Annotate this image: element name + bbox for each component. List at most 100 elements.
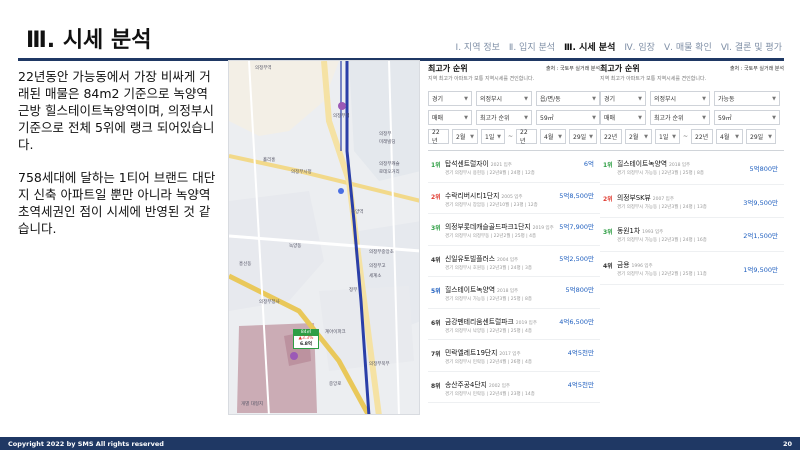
nav-item[interactable]: Ⅰ. 지역 정보 [456, 40, 500, 53]
start-day-select[interactable]: 1일 ▼ [655, 129, 680, 144]
region-select[interactable]: 경기 ▼ [600, 91, 646, 106]
region-select[interactable]: 경기 ▼ [428, 91, 472, 106]
map-label: 정부 [349, 288, 358, 293]
region-select-value: 경기 [432, 96, 444, 103]
ranking-item[interactable]: 6위 금강펜테리움센트럴파크 2019 입주 경기 의정부시 낙양동 | 22년2월 … [428, 309, 600, 340]
ranking-item[interactable]: 2위 의정부SK뷰 2007 입주 경기 의정부시 가능동 | 22년3월 | 24평… [600, 185, 784, 218]
station-marker-1[interactable] [338, 102, 346, 110]
rank-label: 1위 [603, 162, 613, 169]
ranking-item[interactable]: 7위 민락엘레트19단지 2017 입주 경기 의정부시 민락동 | 22년4월 | … [428, 340, 600, 372]
built-year: 2019 입주 [515, 320, 537, 326]
dong-select[interactable]: 가능동 ▼ [714, 91, 780, 106]
city-select[interactable]: 의정부시 ▼ [650, 91, 710, 106]
end-year-value: 22년 [695, 134, 709, 141]
apartment-name: 힐스테이트녹양역 2018 입주 [617, 158, 690, 168]
start-day-select[interactable]: 1일 ▼ [481, 129, 505, 144]
start-year-select[interactable]: 22년 [428, 129, 449, 145]
chevron-down-icon: ▼ [638, 114, 642, 121]
ranking-item[interactable]: 3위 의정부롯데캐슬골드파크1단지 2019 입주 경기 의정부시 의정부동 | 22… [428, 214, 600, 246]
panel-desc: 지역 최고가 아파트가 보통 지역시세를 견인합니다. [428, 76, 535, 82]
trade-info: 경기 의정부시 가능동 | 22년3월 | 25평 | 8층 [617, 171, 704, 176]
rank-label: 3위 [431, 225, 441, 232]
ranking-item[interactable]: 2위 수락리버시티1단지 2005 입주 경기 의정부시 장암동 | 22년10월 |… [428, 183, 600, 214]
start-day-value: 1일 [659, 134, 669, 141]
deal-type-select[interactable]: 매매 ▼ [428, 110, 472, 125]
apartment-marker[interactable] [290, 352, 298, 360]
chevron-down-icon: ▼ [735, 133, 740, 140]
nav-item[interactable]: Ⅲ. 시세 분석 [564, 40, 615, 53]
dong-select[interactable]: 읍/면/동 ▼ [536, 91, 600, 106]
map-label: 의정부역 [333, 114, 350, 119]
map-label: 흥선동 [239, 262, 252, 267]
ranking-item[interactable]: 4위 신일유토빌플러스 2004 입주 경기 의정부시 호원동 | 22년3월 | 2… [428, 246, 600, 277]
area-select[interactable]: 59㎡ ▼ [536, 110, 600, 125]
rank-label: 4위 [603, 262, 613, 270]
rank-label: 7위 [431, 351, 441, 358]
ranking-item[interactable]: 1위 힐스테이트녹양역 2018 입주경기 의정부시 가능동 | 22년3월 | 2… [600, 151, 784, 185]
apartment-title: 의정부롯데캐슬골드파크1단지 [445, 223, 531, 231]
end-day-select[interactable]: 29일 ▼ [746, 129, 777, 144]
region-select-value: 경기 [604, 96, 616, 103]
page-number: 20 [782, 439, 792, 448]
area-select[interactable]: 59㎡ ▼ [714, 110, 780, 125]
end-day-select[interactable]: 29일 ▼ [569, 129, 598, 144]
nav-item[interactable]: Ⅱ. 입지 분석 [509, 40, 555, 53]
ranking-item[interactable]: 4위 금용 1996 입주 경기 의정부시 가능동 | 22년2월 | 25평 | 1… [600, 252, 784, 285]
ranking-item[interactable]: 1위 탑석센트럴자이 2021 입주 경기 의정부시 용현동 | 22년8월 | 24… [428, 151, 600, 183]
end-month-select[interactable]: 4월 ▼ [540, 129, 567, 144]
ranking-item[interactable]: 3위 동원1차 1993 입주 경기 의정부시 가능동 | 22년3월 | 24평 |… [600, 218, 784, 252]
start-month-select[interactable]: 2월 ▼ [625, 129, 652, 144]
rank-label: 4위 [431, 256, 441, 264]
chevron-down-icon: ▼ [592, 95, 596, 102]
chevron-down-icon: ▼ [524, 114, 528, 121]
built-year: 2021 입주 [490, 163, 512, 168]
built-year: 2007 입주 [652, 196, 674, 202]
deal-type-value: 매매 [604, 115, 616, 122]
sort-select[interactable]: 최고가 순위 ▼ [650, 110, 710, 125]
chevron-down-icon: ▼ [470, 133, 474, 140]
station-marker-2[interactable] [338, 188, 344, 194]
trade-price: 2억1,500만 [743, 232, 778, 240]
map-label: 미래빌딩 [379, 140, 396, 145]
nav-item[interactable]: Ⅴ. 매물 확인 [664, 40, 712, 53]
end-year-select[interactable]: 22년 [691, 129, 714, 144]
footer: Copyright 2022 by SMS All rights reserve… [0, 437, 800, 450]
ranking-item[interactable]: 8위 송산주공4단지 2002 입주 경기 의정부시 민락동 | 22년4월 | 23… [428, 372, 600, 403]
city-select-value: 의정부시 [654, 96, 677, 103]
deal-type-select[interactable]: 매매 ▼ [600, 110, 646, 125]
nav-item[interactable]: Ⅵ. 결론 및 평가 [721, 40, 782, 53]
chevron-down-icon: ▼ [702, 95, 706, 102]
trade-price: 5억800만 [565, 286, 594, 294]
ranking-panel-uijeongbu: 최고가 순위 출처 : 국토부 실거래 분석 지역 최고가 아파트가 보통 지역… [428, 62, 600, 403]
deal-type-value: 매매 [432, 115, 444, 122]
start-year-value: 22년 [604, 134, 618, 141]
dong-select-value: 가능동 [718, 96, 735, 103]
chevron-down-icon: ▼ [497, 133, 501, 140]
city-select[interactable]: 의정부시 ▼ [476, 91, 532, 106]
end-month-select[interactable]: 4월 ▼ [716, 129, 744, 144]
trade-info: 경기 의정부시 장암동 | 22년10월 | 23평 | 12층 [445, 202, 538, 208]
sort-select[interactable]: 최고가 순위 ▼ [476, 110, 532, 125]
start-year-select[interactable]: 22년 [600, 129, 622, 144]
apartment-name: 신일유토빌플러스 2004 입주 [445, 253, 518, 263]
apartment-title: 수락리버시티1단지 [445, 191, 500, 200]
built-year: 2005 입주 [501, 194, 523, 200]
nav-item[interactable]: Ⅳ. 임장 [624, 40, 655, 53]
map-label: 의정부 [379, 132, 392, 137]
built-year: 1993 입주 [642, 230, 664, 235]
apartment-name: 수락리버시티1단지 2005 입주 [445, 190, 523, 200]
apartment-name: 힐스테이트녹양역 2018 입주 [445, 284, 518, 294]
price-marker[interactable]: 84㎡ ▲3.3% 6.8억 [293, 329, 319, 349]
trade-price: 5억800만 [749, 165, 778, 173]
chevron-down-icon: ▼ [638, 95, 642, 102]
map-label: 세계소 [369, 274, 382, 279]
map-label: 의정부북부 [369, 362, 390, 367]
map-label: 로데오거리 [379, 170, 400, 175]
end-year-select[interactable]: 22년 [516, 129, 538, 145]
ranking-item[interactable]: 5위 힐스테이트녹양역 2018 입주 경기 의정부시 가능동 | 22년3월 | 2… [428, 277, 600, 309]
start-month-value: 2월 [629, 134, 639, 141]
map-view[interactable]: 의정부역 의정부역 의정부 미래빌딩 의정부캐슬 로데오거리 홀리홍 의정부시청… [228, 60, 420, 415]
apartment-name: 송산주공4단지 2002 입주 [445, 379, 510, 389]
start-day-value: 1일 [485, 134, 495, 141]
start-month-select[interactable]: 2월 ▼ [452, 129, 478, 144]
